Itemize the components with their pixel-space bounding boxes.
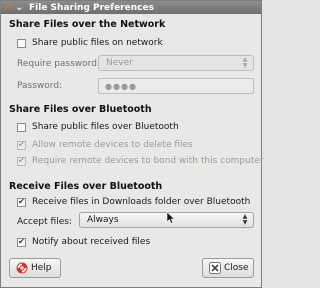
allow-delete-checkbox[interactable]: ✔ Allow remote devices to delete files (17, 140, 193, 150)
share-public-network-checkbox[interactable]: Share public files on network (17, 38, 163, 48)
window-title: File Sharing Preferences (29, 2, 154, 13)
require-password-combo[interactable]: Never ▲ ▼ (98, 55, 254, 71)
checkbox-box[interactable] (17, 122, 26, 132)
chevron-down-icon[interactable]: ⌄ (14, 2, 25, 13)
notify-checkbox[interactable]: ✔ Notify about received files (17, 237, 150, 247)
mouse-pointer-icon (166, 211, 176, 227)
share-public-network-label: Share public files on network (32, 38, 163, 48)
receive-downloads-checkbox[interactable]: ✔ Receive files in Downloads folder over… (17, 197, 250, 207)
notify-label: Notify about received files (32, 237, 151, 247)
lifebuoy-icon (16, 262, 28, 274)
combo-arrows-icon: ▲ ▼ (242, 213, 248, 226)
help-button[interactable]: Help (9, 258, 61, 278)
dialog-window: ✕ ⌄ File Sharing Preferences Share Files… (0, 0, 264, 288)
checkmark-icon[interactable]: ✔ (17, 140, 26, 150)
close-button[interactable]: Close (202, 258, 254, 278)
require-bond-checkbox[interactable]: ✔ Require remote devices to bond with th… (17, 156, 264, 166)
close-button-label: Close (224, 263, 249, 273)
password-value: ●●●● (105, 81, 137, 91)
password-field[interactable]: ●●●● (98, 78, 254, 94)
accept-files-label: Accept files: (17, 217, 72, 227)
allow-delete-label: Allow remote devices to delete files (32, 140, 193, 150)
help-button-label: Help (31, 263, 52, 273)
share-public-bluetooth-checkbox[interactable]: Share public files over Bluetooth (17, 122, 179, 132)
require-bond-label: Require remote devices to bond with this… (32, 156, 264, 166)
accept-files-value: Always (87, 215, 119, 225)
close-icon[interactable]: ✕ (2, 2, 13, 13)
require-password-value: Never (106, 58, 133, 68)
checkmark-icon[interactable]: ✔ (17, 197, 26, 207)
share-public-bluetooth-label: Share public files over Bluetooth (32, 122, 179, 132)
receive-downloads-label: Receive files in Downloads folder over B… (32, 197, 251, 207)
titlebar: ✕ ⌄ File Sharing Preferences (1, 1, 261, 14)
bluetooth-share-section-heading: Share Files over Bluetooth (9, 104, 152, 115)
bluetooth-receive-section-heading: Receive Files over Bluetooth (9, 181, 163, 192)
combo-arrows-icon: ▲ ▼ (242, 56, 248, 69)
password-label: Password: (17, 81, 63, 91)
checkmark-icon[interactable]: ✔ (17, 156, 26, 166)
require-password-label: Require password: (17, 59, 100, 69)
checkbox-box[interactable] (17, 38, 26, 48)
checkmark-icon[interactable]: ✔ (17, 237, 26, 247)
close-x-icon (209, 262, 221, 274)
network-section-heading: Share Files over the Network (9, 19, 166, 30)
